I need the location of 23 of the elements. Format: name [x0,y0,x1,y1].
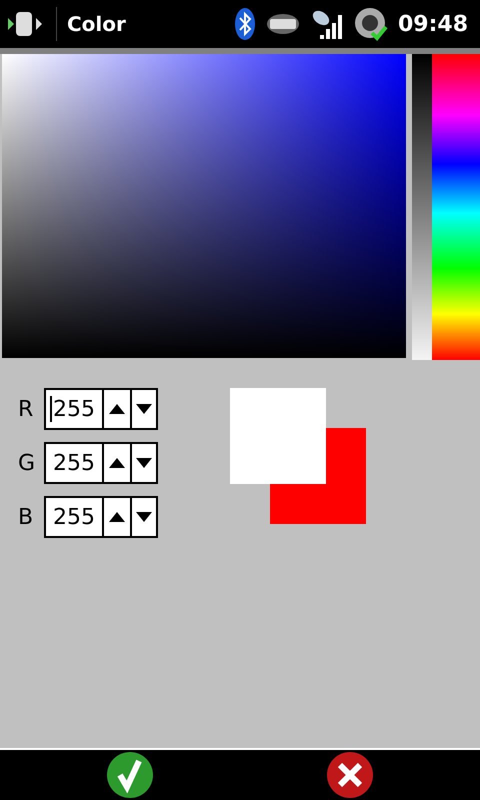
down-triangle-icon [136,404,152,414]
up-triangle-icon [109,512,125,522]
channel-label: B [18,504,34,530]
up-triangle-icon [109,458,125,468]
value-text[interactable]: 255 [53,504,95,530]
value-text[interactable]: 255 [53,450,95,476]
down-triangle-icon [136,458,152,468]
bluetooth-icon[interactable] [234,7,256,41]
close-icon[interactable] [326,751,374,799]
channel-label: R [18,396,34,422]
number-spinner[interactable]: 255 [44,496,158,538]
number-spinner[interactable]: 255 [44,388,158,430]
value-text[interactable]: 255 [53,396,95,422]
number-spinner[interactable]: 255 [44,442,158,484]
color-field[interactable] [2,54,406,358]
up-triangle-icon [109,404,125,414]
hue-bar[interactable] [432,54,480,360]
brightness-bar[interactable] [412,54,432,360]
window-title: Color [67,12,126,36]
down-triangle-icon [136,512,152,522]
ok-icon[interactable] [106,751,154,799]
channel-label: G [18,450,34,476]
clock-time: 09:48 [398,12,468,36]
